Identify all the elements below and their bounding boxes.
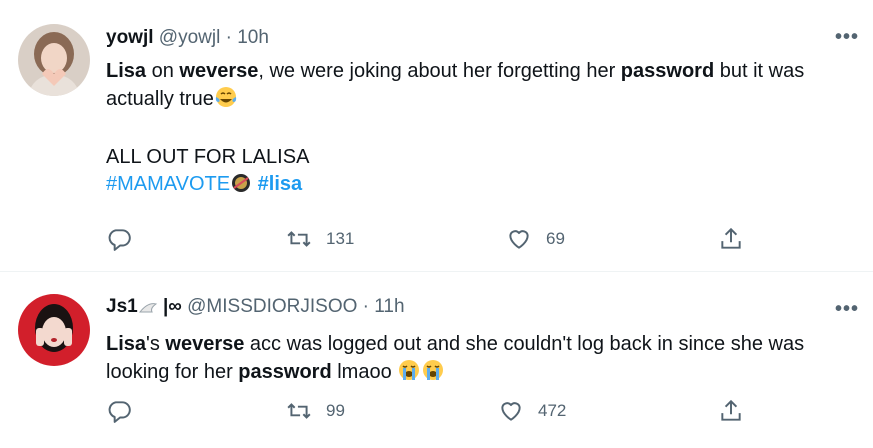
text-bold: password bbox=[620, 60, 715, 82]
share-icon bbox=[721, 227, 741, 249]
tweet-actions: 99 472 bbox=[106, 398, 746, 428]
username[interactable]: @yowjl bbox=[159, 27, 221, 48]
retweet-button[interactable]: 131 bbox=[286, 226, 354, 252]
text-bold: Lisa bbox=[106, 333, 147, 355]
like-count: 472 bbox=[538, 401, 567, 420]
like-icon bbox=[509, 230, 529, 249]
retweet-count: 131 bbox=[326, 229, 355, 248]
more-icon[interactable]: ••• bbox=[835, 298, 859, 321]
tweet-header: Js1 |∞ @MISSDIORJISOO · 11h bbox=[106, 294, 853, 324]
timestamp[interactable]: 11h bbox=[374, 296, 404, 317]
like-button[interactable]: 69 bbox=[506, 226, 565, 252]
retweet-count: 99 bbox=[326, 401, 345, 420]
text-span: 's bbox=[146, 333, 166, 355]
tweet-actions: 131 69 bbox=[106, 226, 746, 256]
hashtag-line: #MAMAVOTE #lisa bbox=[106, 171, 853, 202]
share-button[interactable] bbox=[718, 226, 744, 252]
separator: · bbox=[220, 27, 238, 48]
timestamp[interactable]: 10h bbox=[237, 27, 269, 48]
tears-of-joy-emoji bbox=[214, 85, 238, 117]
text-bold: weverse bbox=[179, 60, 259, 82]
tweet-card[interactable]: yowjl @yowjl · 10h Lisa on weverse, we w… bbox=[0, 0, 873, 272]
display-name[interactable]: Js1 |∞ bbox=[106, 296, 182, 317]
tweet-header: yowjl @yowjl · 10h bbox=[106, 25, 853, 51]
display-name[interactable]: yowjl bbox=[106, 27, 154, 48]
tweet-text: Lisa's weverse acc was logged out and sh… bbox=[106, 331, 853, 390]
reply-button[interactable] bbox=[106, 398, 132, 424]
username[interactable]: @MISSDIORJISOO bbox=[187, 296, 357, 317]
hashtag-link[interactable]: #lisa bbox=[258, 173, 302, 195]
tweet-card[interactable]: Js1 |∞ @MISSDIORJISOO · 11h Lisa's wever… bbox=[0, 272, 873, 448]
tweet-text: Lisa on weverse, we were joking about he… bbox=[106, 58, 853, 202]
text-bold: weverse bbox=[165, 333, 245, 355]
mama-award-emoji bbox=[230, 172, 252, 202]
wing-emoji bbox=[138, 298, 158, 324]
tweet-content: yowjl @yowjl · 10h Lisa on weverse, we w… bbox=[106, 25, 853, 202]
crying-emoji bbox=[397, 358, 421, 390]
reply-icon bbox=[108, 229, 131, 251]
text-span: on bbox=[146, 60, 180, 82]
tweet-content: Js1 |∞ @MISSDIORJISOO · 11h Lisa's wever… bbox=[106, 294, 853, 390]
text-bold: password bbox=[238, 361, 332, 383]
text-bold: Lisa bbox=[106, 60, 147, 82]
retweet-icon bbox=[287, 403, 311, 419]
reply-icon bbox=[108, 401, 131, 423]
more-icon[interactable]: ••• bbox=[835, 26, 859, 49]
reply-button[interactable] bbox=[106, 226, 132, 252]
like-count: 69 bbox=[546, 229, 565, 248]
separator: · bbox=[357, 296, 375, 317]
retweet-button[interactable]: 99 bbox=[286, 398, 345, 424]
share-button[interactable] bbox=[718, 398, 744, 424]
share-icon bbox=[721, 399, 741, 421]
retweet-icon bbox=[287, 231, 311, 247]
avatar[interactable] bbox=[18, 24, 90, 96]
like-button[interactable]: 472 bbox=[498, 398, 566, 424]
tweet-text-line: ALL OUT FOR LALISA bbox=[106, 146, 310, 168]
text-span: lmaoo bbox=[331, 361, 398, 383]
text-span: , we were joking about her forgetting he… bbox=[258, 60, 621, 82]
crying-emoji bbox=[421, 358, 445, 390]
hashtag-link[interactable]: #MAMAVOTE bbox=[106, 173, 230, 195]
like-icon bbox=[501, 402, 521, 421]
avatar[interactable] bbox=[18, 294, 90, 366]
